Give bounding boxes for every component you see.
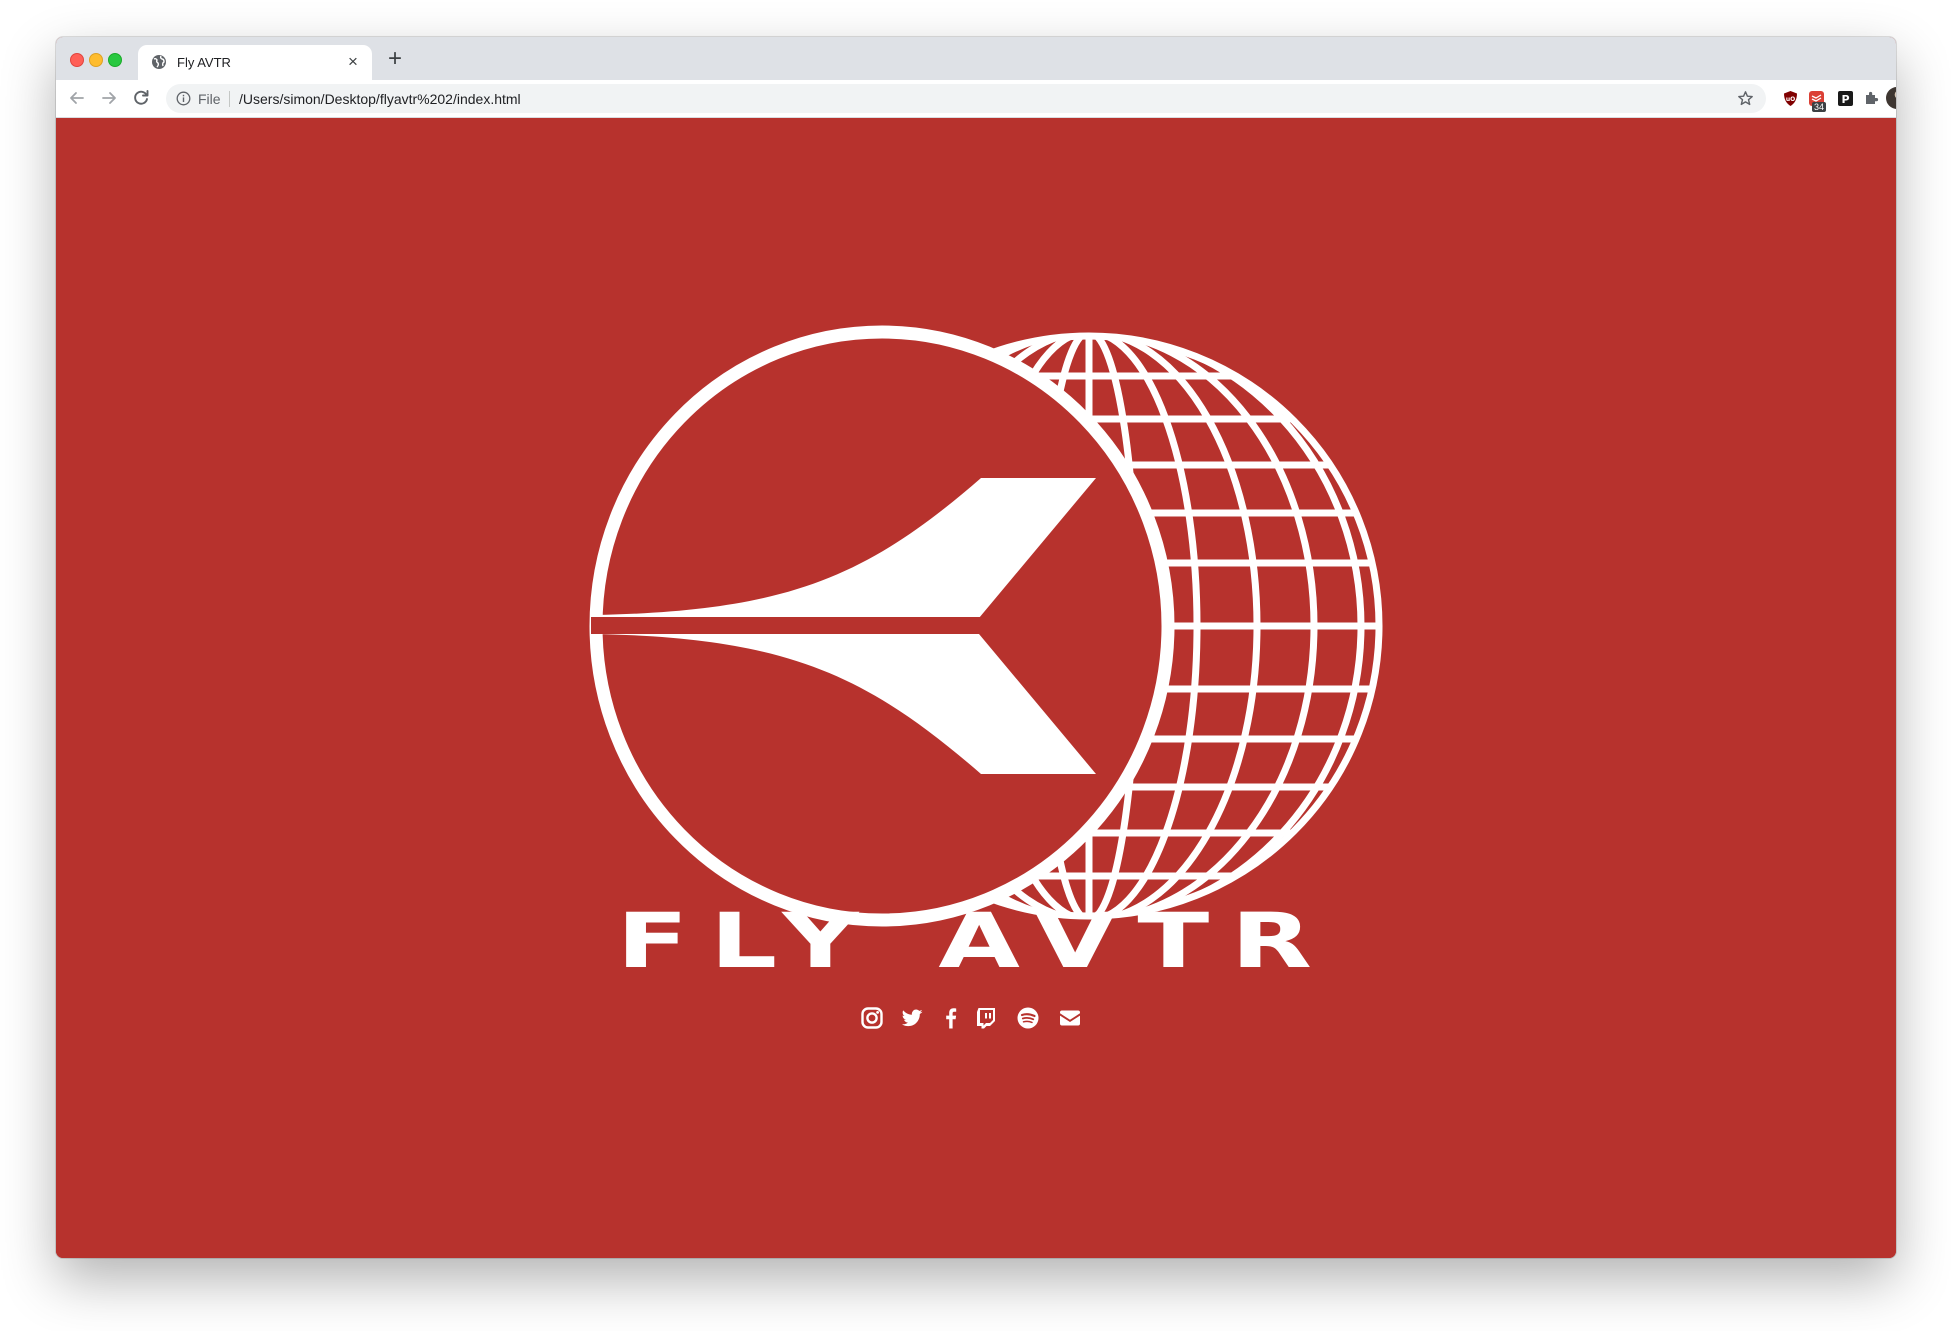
browser-toolbar: File /Users/simon/Desktop/flyavtr%202/in… [56,80,1896,118]
address-divider [229,91,230,107]
profile-avatar[interactable] [1886,87,1896,109]
brand-wordmark: FLY AVTR [616,898,1334,986]
reload-icon[interactable] [130,87,152,109]
spotify-icon[interactable] [1015,1005,1041,1031]
extensions-puzzle-icon[interactable] [1863,90,1880,107]
address-bar[interactable]: File /Users/simon/Desktop/flyavtr%202/in… [166,84,1766,113]
fly-avtr-logo [589,325,1383,927]
page-content: FLY AVTR [56,118,1896,1258]
window-maximize-button[interactable] [108,53,122,67]
email-icon[interactable] [1057,1005,1083,1031]
window-close-button[interactable] [70,53,84,67]
todoist-badge: 34 [1812,102,1827,112]
twitch-icon[interactable] [973,1005,999,1031]
instagram-icon[interactable] [859,1005,885,1031]
forward-arrow-icon[interactable] [98,87,120,109]
window-minimize-button[interactable] [89,53,103,67]
pocket-icon[interactable]: P [1837,90,1854,107]
back-arrow-icon[interactable] [66,87,88,109]
svg-text:P: P [1841,93,1849,106]
tab-title: Fly AVTR [177,55,231,70]
browser-window: Fly AVTR × + File /Users/simon/Desktop/f… [56,37,1896,1258]
facebook-icon[interactable] [938,1005,964,1031]
url-scheme-label: File [198,91,221,107]
svg-text:uO: uO [1786,96,1795,103]
url-text[interactable]: /Users/simon/Desktop/flyavtr%202/index.h… [239,91,521,107]
plane-emblem-icon [589,325,1175,927]
tab-fly-avtr[interactable]: Fly AVTR × [138,45,372,80]
tab-strip: Fly AVTR × + [56,37,1896,80]
globe-icon [152,55,166,69]
tab-close-icon[interactable]: × [342,51,364,73]
new-tab-button[interactable]: + [382,47,408,73]
ublock-icon[interactable]: uO [1782,90,1799,107]
twitter-icon[interactable] [899,1005,925,1031]
info-icon[interactable] [176,91,191,106]
bookmark-star-icon[interactable] [1737,90,1754,107]
